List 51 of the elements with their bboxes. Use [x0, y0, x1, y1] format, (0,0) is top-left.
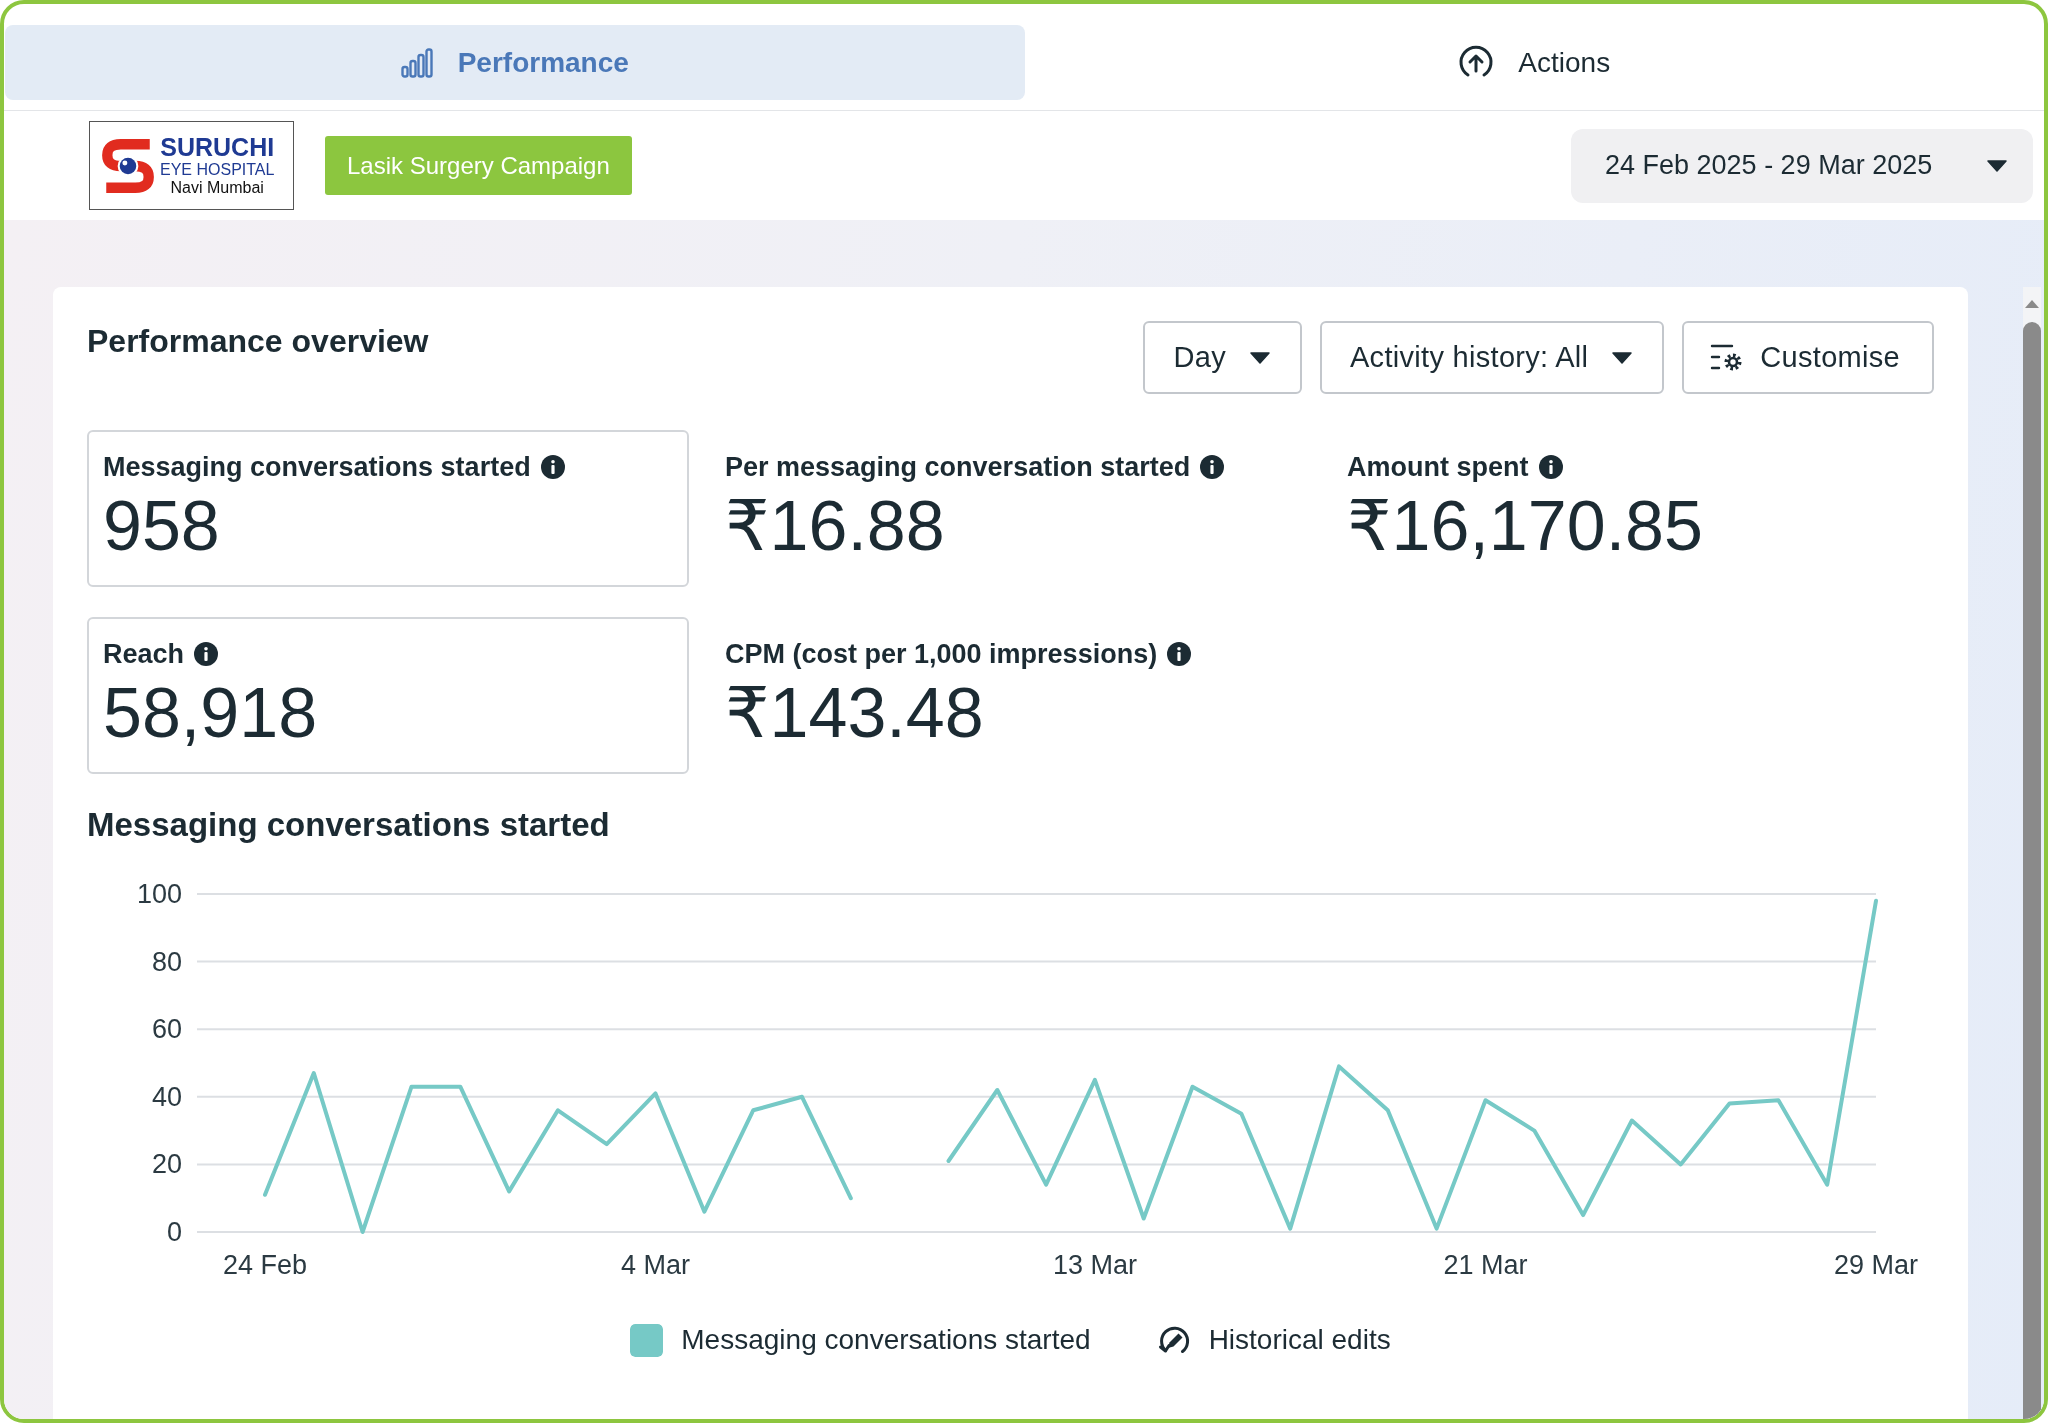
metric-value: ₹143.48: [725, 673, 985, 753]
legend-label: Messaging conversations started: [681, 1323, 1091, 1357]
y-axis-label: 80: [151, 946, 182, 977]
x-axis-label: 24 Feb: [222, 1250, 308, 1280]
nav-tab[interactable]: Actions: [1024, 25, 2044, 100]
chart-title: Messaging conversations started: [87, 806, 611, 844]
x-axis-label: 29 Mar: [1834, 1250, 1918, 1280]
metric-value: 58,918: [103, 673, 319, 753]
filter-dropdown[interactable]: Day: [1143, 321, 1302, 394]
logo-name: SURUCHI: [160, 134, 275, 161]
x-axis-label: 13 Mar: [1052, 1250, 1137, 1280]
metric-card[interactable]: Messaging conversations started 958: [87, 430, 689, 587]
y-axis-label: 40: [151, 1081, 182, 1112]
metric-value: ₹16.88: [725, 486, 946, 566]
x-axis-label: 21 Mar: [1443, 1250, 1528, 1280]
card-title: Performance overview: [87, 322, 429, 361]
campaign-badge: Lasik Surgery Campaign: [325, 136, 632, 195]
metric-value: ₹16,170.85: [1347, 486, 1704, 566]
nav-tab[interactable]: Performance: [5, 25, 1025, 100]
metric-card[interactable]: Amount spent ₹16,170.85: [1331, 430, 1934, 587]
y-axis-label: 100: [136, 879, 182, 909]
metric-card[interactable]: Reach 58,918: [87, 617, 689, 774]
x-axis-label: 4 Mar: [621, 1250, 691, 1280]
metric-label: Amount spent: [1347, 451, 1529, 484]
metric-card[interactable]: CPM (cost per 1,000 impressions) ₹143.48: [709, 617, 1311, 774]
caret-down-icon: [1612, 351, 1633, 364]
logo-location: Navi Mumbai: [170, 179, 264, 197]
info-icon: [540, 455, 565, 479]
y-axis-label: 0: [166, 1217, 182, 1247]
info-icon: [1538, 455, 1563, 479]
caret-down-icon: [1249, 351, 1270, 364]
filter-dropdown[interactable]: Activity history: All: [1319, 321, 1665, 394]
scroll-up-arrow-icon[interactable]: [2024, 299, 2040, 309]
y-axis-label: 60: [151, 1014, 182, 1045]
metric-label: CPM (cost per 1,000 impressions): [725, 638, 1158, 671]
s-eye-emblem-icon: [102, 136, 154, 195]
metric-value: 958: [103, 486, 221, 566]
metric-label: Messaging conversations started: [103, 451, 531, 484]
caret-down-icon: [1987, 159, 2007, 172]
bar-chart-icon: [400, 47, 434, 78]
metric-label: Reach: [103, 638, 185, 671]
legend-label: Historical edits: [1208, 1323, 1391, 1357]
y-axis-label: 20: [151, 1149, 182, 1180]
metric-card[interactable]: Per messaging conversation started ₹16.88: [709, 430, 1311, 587]
logo-subtitle: EYE HOSPITAL: [160, 161, 275, 179]
info-icon: [1200, 455, 1225, 479]
customise-button[interactable]: Customise: [1682, 321, 1934, 394]
info-icon: [194, 642, 219, 666]
metric-label: Per messaging conversation started: [725, 451, 1191, 484]
date-range-dropdown[interactable]: 24 Feb 2025 - 29 Mar 2025: [1571, 128, 2033, 203]
info-icon: [1167, 642, 1192, 666]
